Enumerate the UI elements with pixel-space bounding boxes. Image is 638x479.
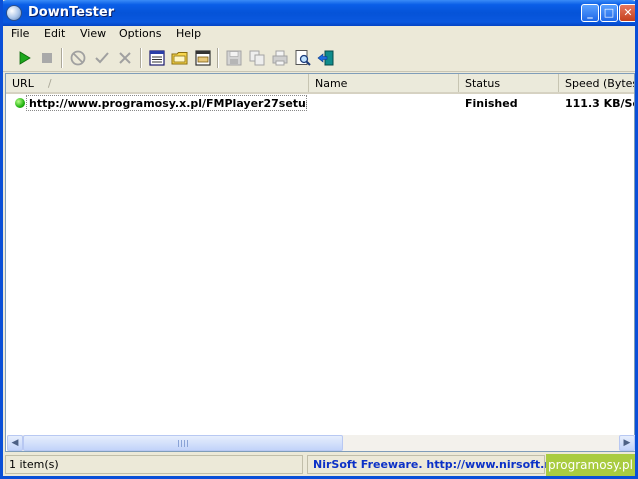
open-folder-icon[interactable] — [171, 49, 189, 67]
check-icon[interactable] — [93, 49, 111, 67]
find-icon[interactable] — [294, 49, 312, 67]
cell-name — [315, 95, 455, 112]
menu-view[interactable]: View — [80, 26, 106, 44]
table-row[interactable]: http://www.programosy.x.pl/FMPlayer27set… — [6, 95, 634, 112]
menu-options[interactable]: Options — [119, 26, 161, 44]
toolbar-separator — [217, 48, 219, 68]
toolbar-separator — [140, 48, 142, 68]
column-url-label: URL — [12, 77, 34, 90]
scroll-right-button[interactable]: ▶ — [619, 435, 635, 451]
menu-help[interactable]: Help — [176, 26, 201, 44]
toolbar-separator — [61, 48, 63, 68]
downloads-list[interactable]: URL / Name Status Speed (Bytes http://www… — [5, 73, 635, 452]
title-bar[interactable]: DownTester _ □ ✕ — [3, 0, 635, 26]
column-status[interactable]: Status — [459, 74, 559, 92]
column-url[interactable]: URL / — [6, 74, 309, 92]
copy-icon[interactable] — [248, 49, 266, 67]
nirsoft-link[interactable]: NirSoft Freeware. http://www.nirsoft.net — [307, 455, 565, 474]
column-speed[interactable]: Speed (Bytes — [559, 74, 634, 92]
app-icon[interactable] — [6, 5, 22, 21]
watermark-logo: programosy.pl — [546, 454, 635, 476]
minimize-button[interactable]: _ — [581, 4, 599, 22]
cell-speed: 111.3 KB/Sec — [565, 97, 634, 110]
app-window: DownTester _ □ ✕ File Edit View Options … — [0, 0, 638, 479]
scroll-thumb[interactable] — [23, 435, 343, 451]
item-count: 1 item(s) — [5, 455, 303, 474]
stop-icon[interactable] — [38, 49, 56, 67]
sort-indicator-icon: / — [47, 77, 52, 90]
status-bar: 1 item(s) NirSoft Freeware. http://www.n… — [3, 453, 635, 476]
maximize-button[interactable]: □ — [600, 4, 618, 22]
menu-bar: File Edit View Options Help — [3, 26, 635, 44]
menu-edit[interactable]: Edit — [44, 26, 65, 44]
exit-icon[interactable] — [317, 49, 335, 67]
scroll-left-button[interactable]: ◀ — [7, 435, 23, 451]
properties-icon[interactable] — [194, 49, 212, 67]
toolbar — [3, 44, 635, 72]
list-header: URL / Name Status Speed (Bytes — [6, 74, 634, 94]
horizontal-scrollbar[interactable]: ◀ ▶ — [7, 435, 635, 451]
delete-icon[interactable] — [116, 49, 134, 67]
save-icon[interactable] — [225, 49, 243, 67]
cell-url: http://www.programosy.x.pl/FMPlayer27set… — [29, 97, 307, 110]
scroll-grip-icon — [178, 440, 188, 447]
print-icon[interactable] — [271, 49, 289, 67]
html-report-icon[interactable] — [148, 49, 166, 67]
cancel-icon[interactable] — [69, 49, 87, 67]
window-title: DownTester — [28, 5, 115, 20]
close-button[interactable]: ✕ — [619, 4, 635, 22]
cell-status: Finished — [465, 97, 518, 110]
menu-file[interactable]: File — [11, 26, 29, 44]
finished-status-icon — [15, 98, 25, 108]
play-icon[interactable] — [15, 49, 33, 67]
column-name[interactable]: Name — [309, 74, 459, 92]
